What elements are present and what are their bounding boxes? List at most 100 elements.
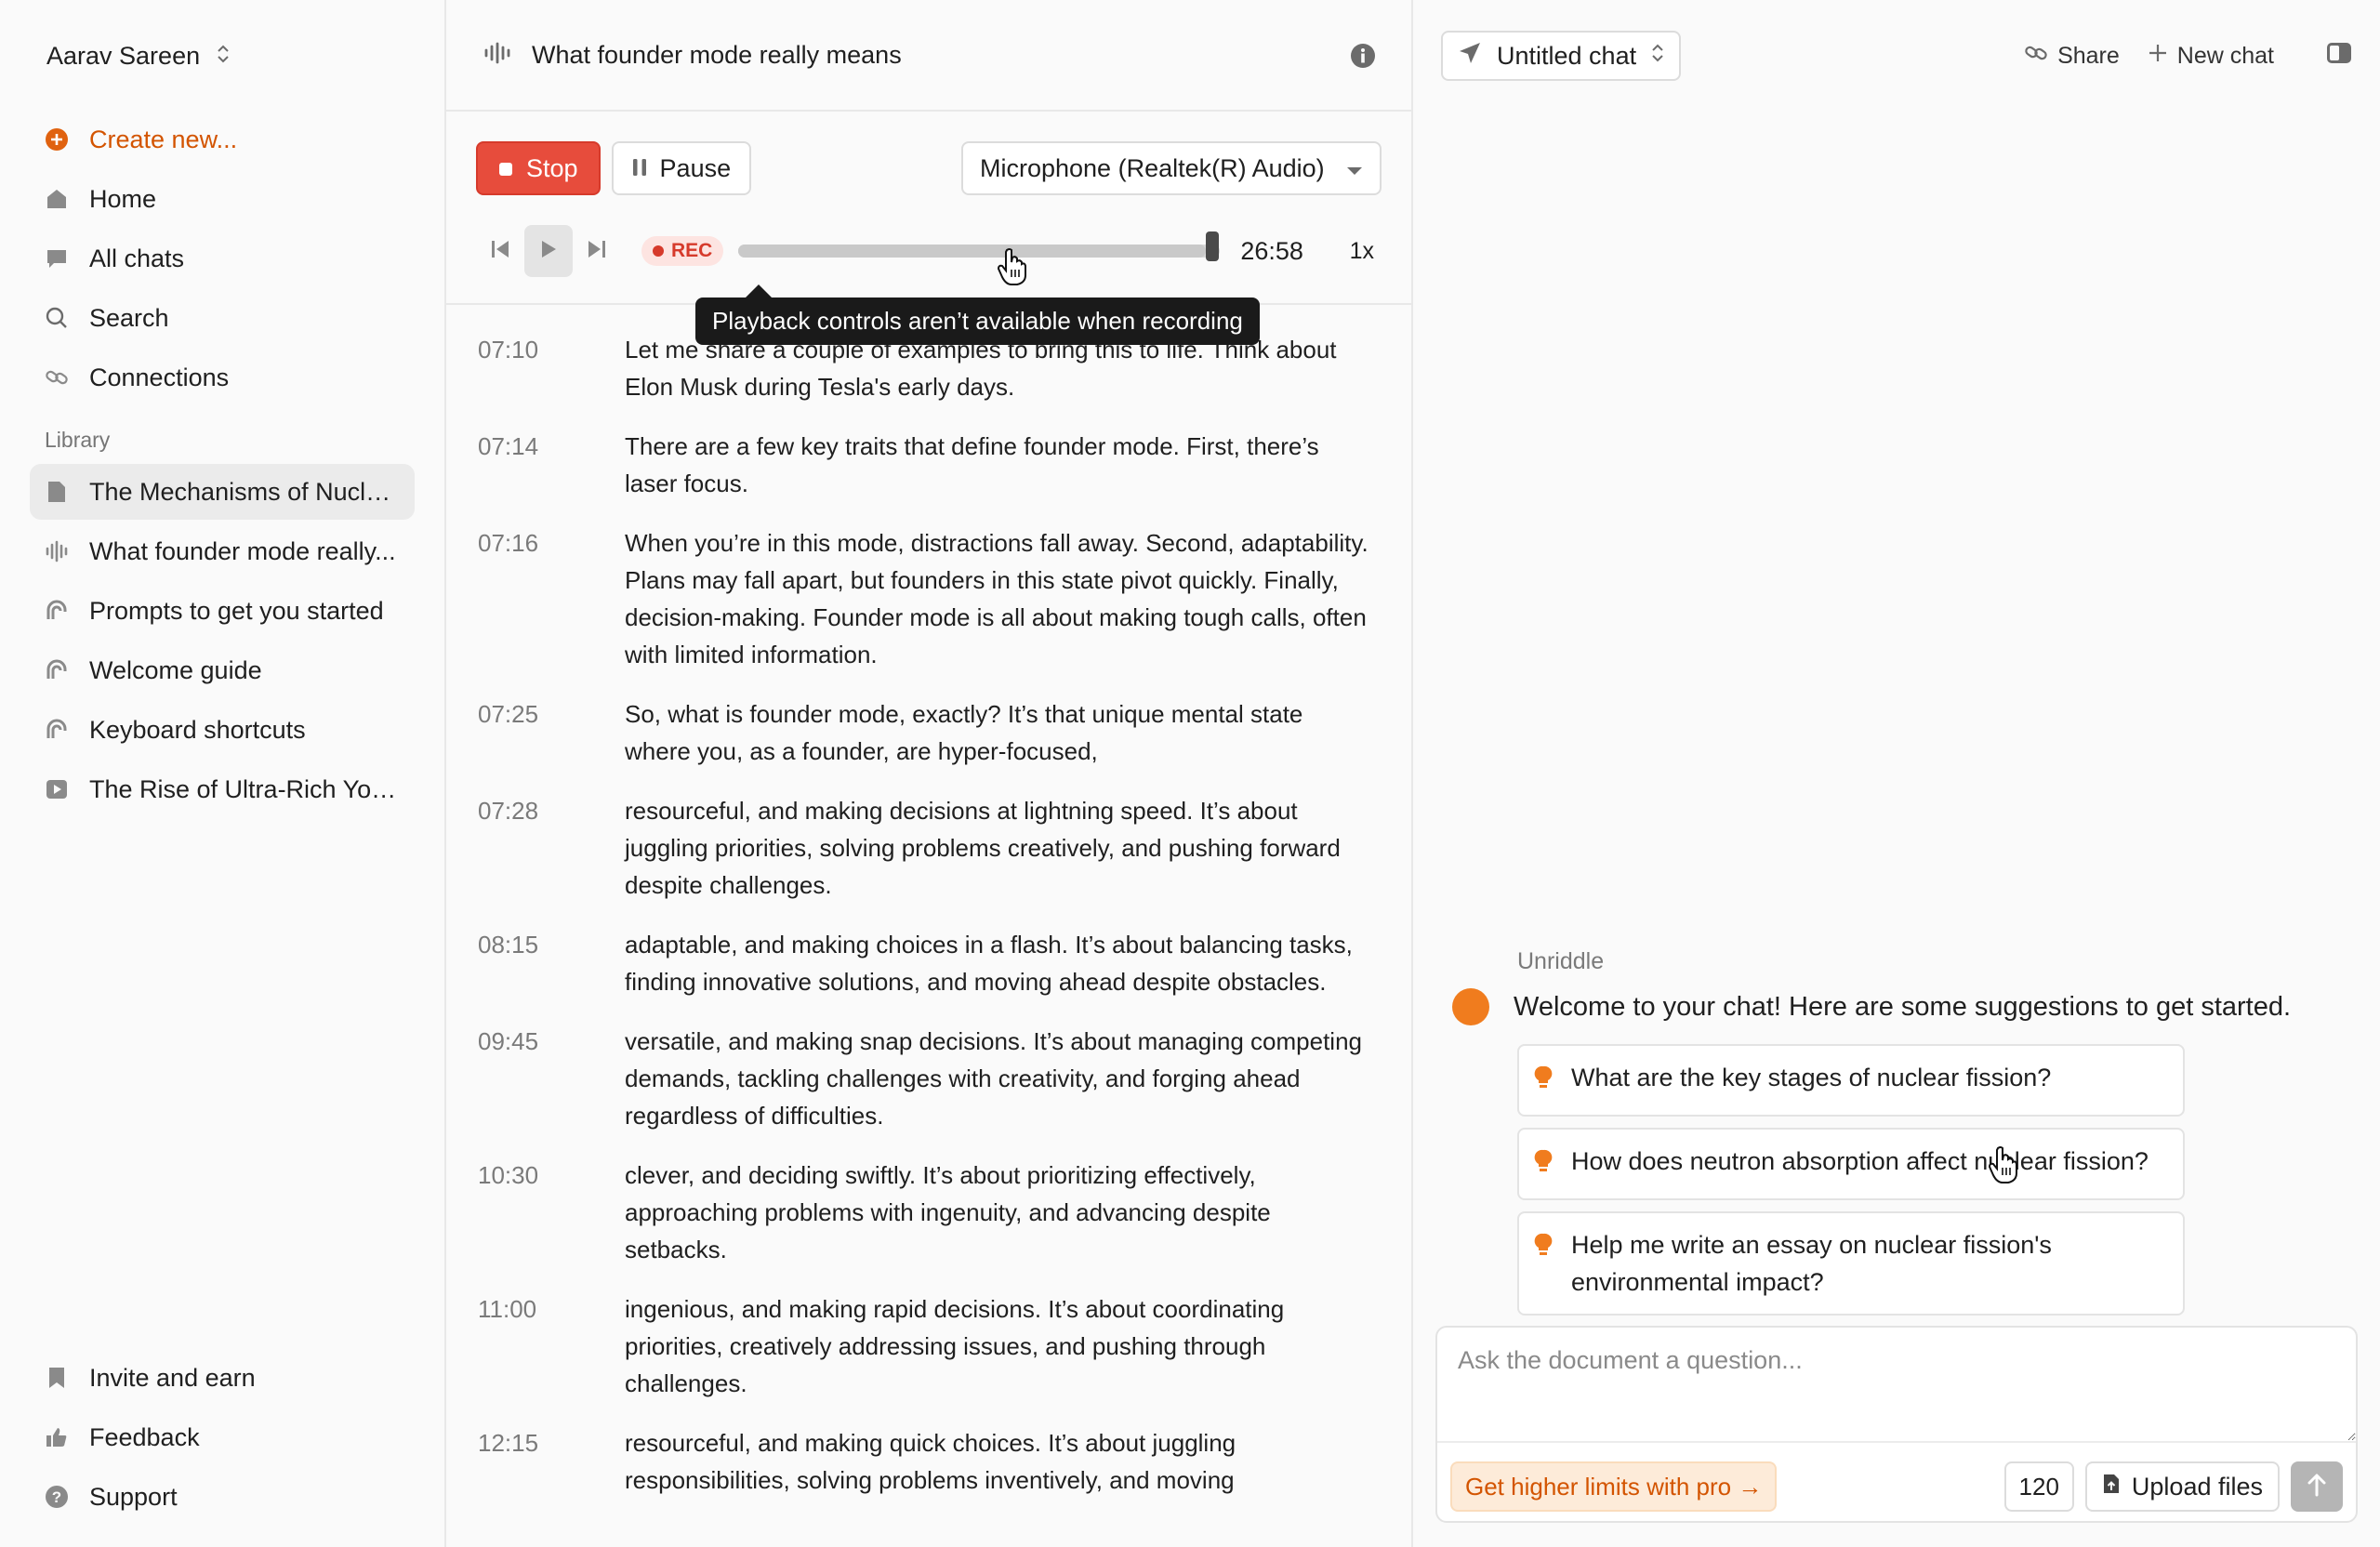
create-new-button[interactable]: Create new... — [30, 112, 415, 167]
playback-speed-button[interactable]: 1x — [1350, 238, 1374, 265]
progress-thumb[interactable] — [1205, 231, 1219, 261]
stop-icon — [498, 154, 513, 183]
document-icon — [45, 480, 69, 504]
transcript-timestamp[interactable]: 12:15 — [476, 1424, 625, 1499]
feedback-button[interactable]: Feedback — [30, 1409, 415, 1465]
progress-fill — [738, 245, 1206, 258]
library-item-prompts[interactable]: Prompts to get you started — [30, 583, 415, 639]
send-button[interactable] — [2291, 1461, 2343, 1512]
library-heading: Library — [45, 428, 111, 452]
transcript-timestamp[interactable]: 11:00 — [476, 1290, 625, 1402]
chat-title: Untitled chat — [1497, 41, 1637, 70]
suggestion-item[interactable]: What are the key stages of nuclear fissi… — [1517, 1044, 2185, 1117]
home-icon — [45, 187, 69, 211]
transcript-timestamp[interactable]: 07:28 — [476, 792, 625, 904]
sidebar-item-label: Search — [89, 303, 169, 332]
sidebar-footer: Invite and earn Feedback ? Support — [30, 1350, 415, 1528]
new-chat-button[interactable]: New chat — [2148, 43, 2274, 70]
library-item-ultra-rich[interactable]: The Rise of Ultra-Rich You... — [30, 761, 415, 817]
app-window: Aarav Sareen Create new... Home All chat… — [0, 0, 2380, 1547]
suggestion-text: How does neutron absorption affect nucle… — [1571, 1147, 2149, 1175]
sidebar-item-search[interactable]: Search — [30, 290, 415, 346]
chat-selector[interactable]: Untitled chat — [1441, 31, 1682, 81]
transcript-row: 07:14 There are a few key traits that def… — [476, 428, 1382, 502]
stop-label: Stop — [526, 153, 578, 182]
plus-circle-icon — [45, 127, 69, 152]
tooltip-arrow — [746, 284, 772, 298]
invite-and-earn-button[interactable]: Invite and earn — [30, 1350, 415, 1406]
rec-label: REC — [671, 240, 713, 261]
transcript-row: 11:00 ingenious, and making rapid decisio… — [476, 1290, 1382, 1402]
chat-panel: Untitled chat Share New chat Unriddle We… — [1413, 0, 2380, 1547]
microphone-select[interactable]: Microphone (Realtek(R) Audio) — [961, 141, 1382, 195]
pause-button[interactable]: Pause — [611, 141, 752, 195]
transcript-text: When you’re in this mode, distractions f… — [625, 529, 1368, 668]
thumbs-up-icon — [45, 1425, 69, 1449]
transcript-text: adaptable, and making choices in a flash… — [625, 931, 1353, 996]
sidebar-item-label: Home — [89, 184, 157, 213]
hand-cursor-icon — [997, 247, 1028, 291]
transcript-timestamp[interactable]: 07:16 — [476, 524, 625, 673]
library-item-nuclear-mechanisms[interactable]: The Mechanisms of Nucle... — [30, 464, 415, 520]
recording-controls: Stop Pause Microphone (Realtek(R) Audio) — [446, 112, 1411, 305]
progress-bar[interactable] — [738, 231, 1221, 261]
audio-wave-icon — [45, 539, 69, 563]
sidebar: Aarav Sareen Create new... Home All chat… — [0, 0, 446, 1547]
suggestion-text: Help me write an essay on nuclear fissio… — [1571, 1231, 2052, 1296]
article-icon — [45, 658, 69, 682]
upload-files-label: Upload files — [2131, 1472, 2263, 1501]
transcript-row: 07:28 resourceful, and making decisions a… — [476, 792, 1382, 904]
account-switcher[interactable]: Aarav Sareen — [30, 0, 415, 112]
library-item-keyboard-shortcuts[interactable]: Keyboard shortcuts — [30, 702, 415, 758]
transcript-row: 08:15 adaptable, and making choices in a … — [476, 926, 1382, 1000]
arrow-up-icon — [2307, 1473, 2327, 1501]
transcript-timestamp[interactable]: 07:10 — [476, 331, 625, 405]
bookmark-icon — [45, 1366, 69, 1390]
sidebar-item-home[interactable]: Home — [30, 171, 415, 227]
library-item-label: The Mechanisms of Nucle... — [89, 477, 400, 506]
question-input[interactable] — [1437, 1328, 2356, 1443]
microphone-value: Microphone (Realtek(R) Audio) — [980, 153, 1325, 182]
library-item-welcome-guide[interactable]: Welcome guide — [30, 642, 415, 698]
skip-forward-button[interactable] — [573, 225, 621, 277]
library-item-founder-mode[interactable]: What founder mode really... — [30, 523, 415, 579]
transcript-text: versatile, and making snap decisions. It… — [625, 1027, 1362, 1130]
support-button[interactable]: ? Support — [30, 1469, 415, 1525]
play-button[interactable] — [524, 225, 573, 277]
library-item-label: The Rise of Ultra-Rich You... — [89, 774, 400, 803]
sidebar-item-all-chats[interactable]: All chats — [30, 231, 415, 286]
elapsed-time: 26:58 — [1240, 236, 1303, 265]
transcript-text: ingenious, and making rapid decisions. I… — [625, 1295, 1285, 1397]
pause-icon — [632, 154, 647, 183]
library-item-label: What founder mode really... — [89, 536, 396, 565]
upload-files-button[interactable]: Upload files — [2084, 1461, 2280, 1512]
transcript-timestamp[interactable]: 07:25 — [476, 695, 625, 770]
stop-button[interactable]: Stop — [476, 141, 601, 195]
suggestion-item[interactable]: Help me write an essay on nuclear fissio… — [1517, 1211, 2185, 1316]
upgrade-pro-button[interactable]: Get higher limits with pro → — [1450, 1461, 1778, 1512]
suggestion-text: What are the key stages of nuclear fissi… — [1571, 1064, 2052, 1091]
send-arrow-icon — [1458, 41, 1482, 72]
skip-back-button[interactable] — [476, 225, 524, 277]
link-icon — [2024, 41, 2048, 72]
transcript-timestamp[interactable]: 08:15 — [476, 926, 625, 1000]
transcript-timestamp[interactable]: 09:45 — [476, 1023, 625, 1134]
transcript-row: 09:45 versatile, and making snap decision… — [476, 1023, 1382, 1134]
share-button[interactable]: Share — [2024, 41, 2120, 72]
transcript-timestamp[interactable]: 10:30 — [476, 1157, 625, 1268]
transcript-text: There are a few key traits that define f… — [625, 432, 1319, 497]
recording-dot-icon — [653, 245, 664, 257]
help-icon: ? — [45, 1485, 69, 1509]
transcript-timestamp[interactable]: 07:14 — [476, 428, 625, 502]
sidebar-item-connections[interactable]: Connections — [30, 350, 415, 405]
sidebar-toggle-icon[interactable] — [2326, 42, 2352, 71]
video-icon — [45, 777, 69, 801]
hand-cursor-icon — [1988, 1145, 2019, 1189]
chevron-up-down-icon — [217, 43, 230, 69]
file-upload-icon — [2102, 1473, 2121, 1501]
transcript-row: 07:25 So, what is founder mode, exactly? … — [476, 695, 1382, 770]
suggestion-item[interactable]: How does neutron absorption affect nucle… — [1517, 1128, 2185, 1200]
chevron-up-down-icon — [1651, 42, 1664, 71]
create-new-label: Create new... — [89, 125, 238, 153]
info-icon[interactable] — [1350, 43, 1376, 73]
